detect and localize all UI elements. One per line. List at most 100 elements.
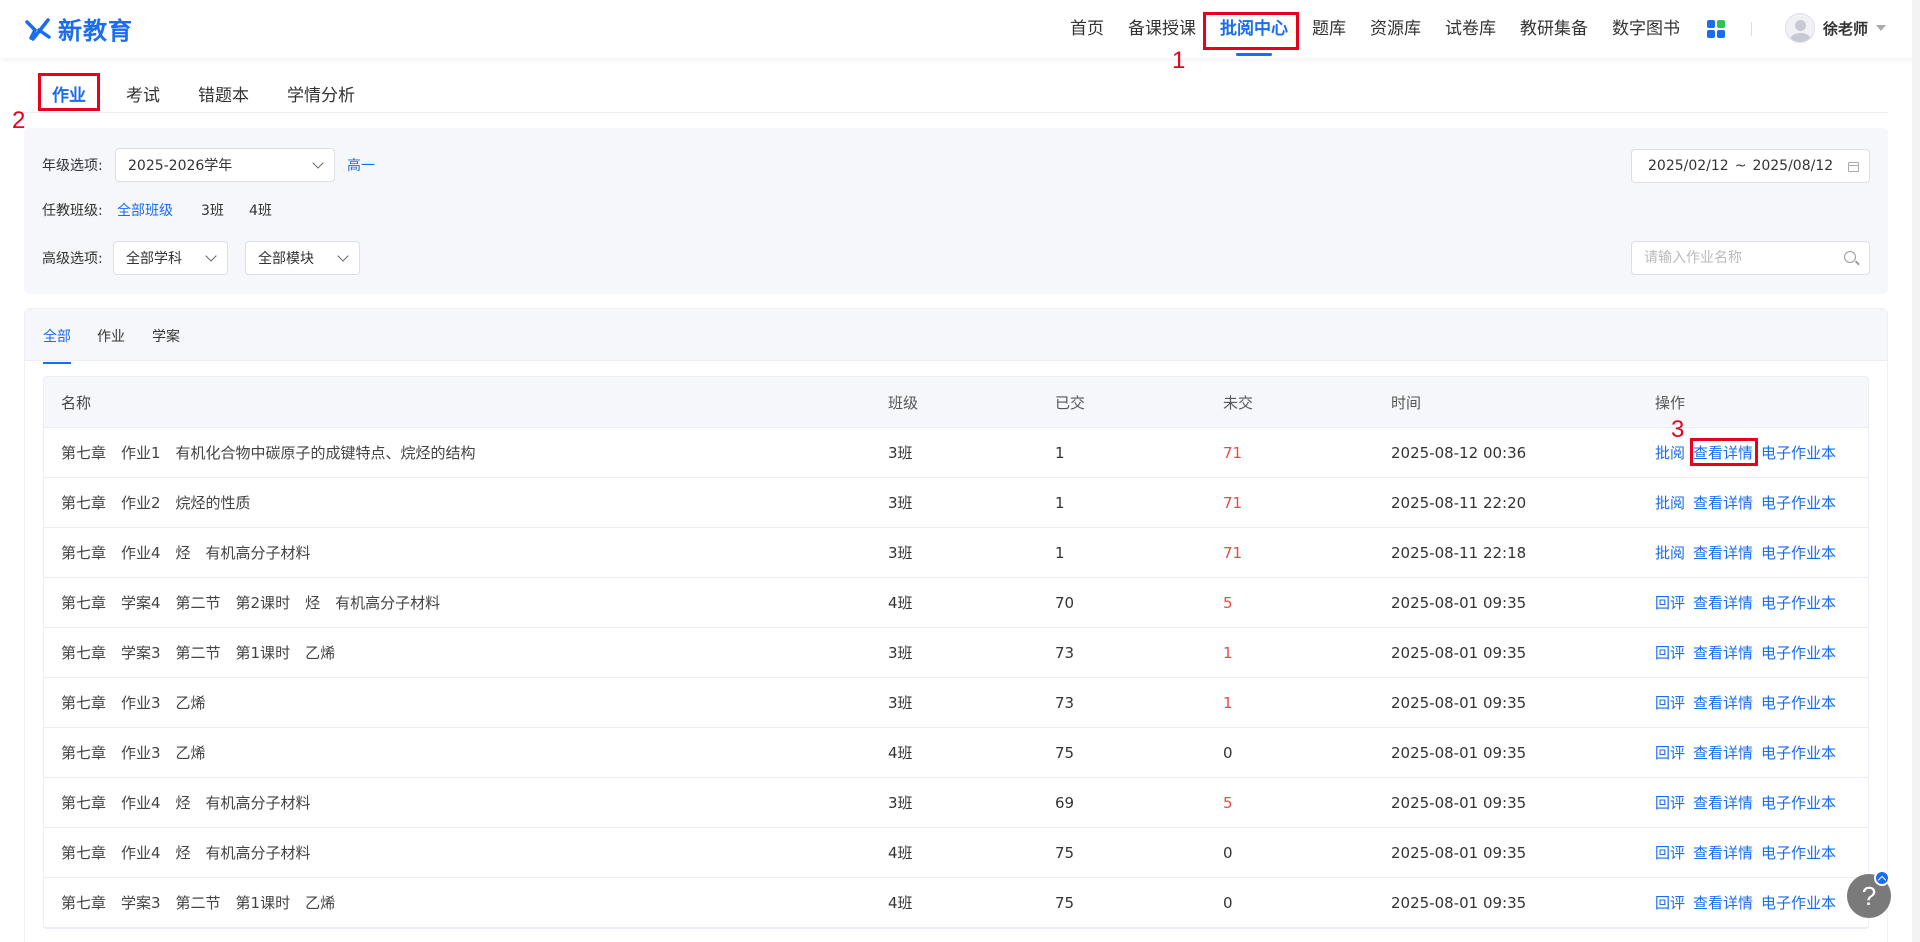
table-row: 第七章 学案4 第二节 第2课时 烃 有机高分子材料 4班 70 5 2025-08-0… [44,578,1868,628]
homework-search-input[interactable] [1631,241,1870,275]
search-icon[interactable] [1844,251,1856,263]
subject-select[interactable]: 全部学科 [113,241,228,275]
table-row: 第七章 作业3 乙烯 4班 75 0 2025-08-01 09:35 回评 查看详情 电子作… [44,728,1868,778]
e-workbook-link[interactable]: 电子作业本 [1761,542,1836,563]
re-review-link[interactable]: 回评 [1655,892,1685,913]
cell-name: 第七章 作业2 烷烃的性质 [61,494,251,512]
logo[interactable]: 新教育 [24,11,133,46]
cell-class: 4班 [888,894,913,912]
class-option-all[interactable]: 全部班级 [117,200,173,220]
view-details-link[interactable]: 查看详情 [1693,492,1753,513]
view-details-link[interactable]: 查看详情 [1693,792,1753,813]
view-details-link[interactable]: 查看详情 [1693,592,1753,613]
content-tab-study-plan[interactable]: 学案 [152,326,180,346]
class-option-4[interactable]: 4班 [249,200,272,220]
cell-class: 4班 [888,594,913,612]
tab-wrong-question-book[interactable]: 错题本 [198,81,249,106]
e-workbook-link[interactable]: 电子作业本 [1761,842,1836,863]
e-workbook-link[interactable]: 电子作业本 [1761,692,1836,713]
view-details-link[interactable]: 查看详情 [1693,892,1753,913]
nav-home[interactable]: 首页 [1058,0,1116,58]
view-details-link[interactable]: 查看详情 [1693,642,1753,663]
e-workbook-link[interactable]: 电子作业本 [1761,892,1836,913]
cell-class: 3班 [888,544,913,562]
grade-level-link[interactable]: 高一 [347,155,375,175]
cell-submitted: 75 [1055,843,1075,862]
cell-unsubmitted: 0 [1223,893,1233,912]
view-details-link[interactable]: 查看详情 [1693,742,1753,763]
table-row: 第七章 作业4 烃 有机高分子材料 3班 1 71 2025-08-11 22:18 批阅… [44,528,1868,578]
view-details-link[interactable]: 查看详情 [1693,542,1753,563]
cell-name: 第七章 作业4 烃 有机高分子材料 [61,844,311,862]
cell-submitted: 70 [1055,593,1075,612]
col-header-name: 名称 [61,393,92,412]
e-workbook-link[interactable]: 电子作业本 [1761,792,1836,813]
col-header-actions: 操作 [1655,393,1686,412]
view-details-link[interactable]: 查看详情 [1693,842,1753,863]
cell-actions: 批阅 查看详情 电子作业本 [1655,542,1836,563]
nav-digital-books[interactable]: 数字图书 [1600,0,1692,58]
grade-link[interactable]: 批阅 [1655,442,1685,463]
cell-unsubmitted: 0 [1223,843,1233,862]
grade-link[interactable]: 批阅 [1655,542,1685,563]
e-workbook-link[interactable]: 电子作业本 [1761,642,1836,663]
e-workbook-link[interactable]: 电子作业本 [1761,742,1836,763]
chevron-down-icon [337,250,349,262]
grade-year-select[interactable]: 2025-2026学年 [115,148,335,182]
top-header: 新教育 首页 备课授课 批阅中心 题库 资源库 试卷库 教研集备 数字图书 徐老… [0,0,1920,58]
cell-unsubmitted: 71 [1223,493,1243,512]
table-row: 第七章 作业2 烷烃的性质 3班 1 71 2025-08-11 22:20 批阅 查看详情… [44,478,1868,528]
cell-time: 2025-08-01 09:35 [1391,643,1527,662]
grade-year-value: 2025-2026学年 [128,158,233,174]
grade-link[interactable]: 批阅 [1655,492,1685,513]
e-workbook-link[interactable]: 电子作业本 [1761,442,1836,463]
page-scrollbar[interactable] [1912,0,1920,942]
cell-time: 2025-08-01 09:35 [1391,893,1527,912]
user-menu[interactable]: 徐老师 [1785,13,1887,43]
logo-mark-icon [25,17,51,41]
nav-lesson-prep[interactable]: 备课授课 [1116,0,1208,58]
content-tab-all[interactable]: 全部 [43,326,71,364]
tabs-divider [24,112,1888,113]
tab-exam[interactable]: 考试 [126,81,160,106]
cell-class: 4班 [888,844,913,862]
re-review-link[interactable]: 回评 [1655,692,1685,713]
re-review-link[interactable]: 回评 [1655,642,1685,663]
col-header-class: 班级 [888,393,919,412]
tab-learning-analysis[interactable]: 学情分析 [287,81,355,106]
cell-unsubmitted: 71 [1223,543,1243,562]
top-nav: 首页 备课授课 批阅中心 题库 资源库 试卷库 教研集备 数字图书 [1058,0,1692,58]
class-option-3[interactable]: 3班 [201,200,224,220]
date-range-input[interactable]: 2025/02/12 ~ 2025/08/12 [1631,149,1870,183]
calendar-icon [1848,162,1859,172]
cell-class: 3班 [888,694,913,712]
re-review-link[interactable]: 回评 [1655,842,1685,863]
e-workbook-link[interactable]: 电子作业本 [1761,592,1836,613]
nav-exam-paper-library[interactable]: 试卷库 [1433,0,1508,58]
cell-unsubmitted: 5 [1223,593,1233,612]
apps-grid-icon[interactable] [1707,20,1725,38]
nav-resource-library[interactable]: 资源库 [1358,0,1433,58]
table-body: 第七章 作业1 有机化合物中碳原子的成键特点、烷烃的结构 3班 1 71 2025-08… [44,428,1868,928]
cell-time: 2025-08-01 09:35 [1391,743,1527,762]
table-row: 第七章 作业4 烃 有机高分子材料 4班 75 0 2025-08-01 09:35 回评… [44,828,1868,878]
advanced-label: 高级选项: [42,251,103,267]
re-review-link[interactable]: 回评 [1655,592,1685,613]
date-end: 2025/08/12 [1752,158,1834,174]
cell-time: 2025-08-01 09:35 [1391,793,1527,812]
nav-teaching-research[interactable]: 教研集备 [1508,0,1600,58]
view-details-link[interactable]: 查看详情 [1693,692,1753,713]
cell-actions: 回评 查看详情 电子作业本 [1655,742,1836,763]
col-header-time: 时间 [1391,393,1422,412]
module-select[interactable]: 全部模块 [245,241,360,275]
cell-class: 3班 [888,644,913,662]
e-workbook-link[interactable]: 电子作业本 [1761,492,1836,513]
nav-question-bank[interactable]: 题库 [1300,0,1358,58]
re-review-link[interactable]: 回评 [1655,792,1685,813]
content-tab-homework[interactable]: 作业 [97,326,125,346]
help-collapse-icon[interactable] [1874,870,1890,886]
re-review-link[interactable]: 回评 [1655,742,1685,763]
chevron-down-icon [205,250,217,262]
cell-name: 第七章 作业3 乙烯 [61,694,206,712]
date-separator: ~ [1734,158,1747,174]
